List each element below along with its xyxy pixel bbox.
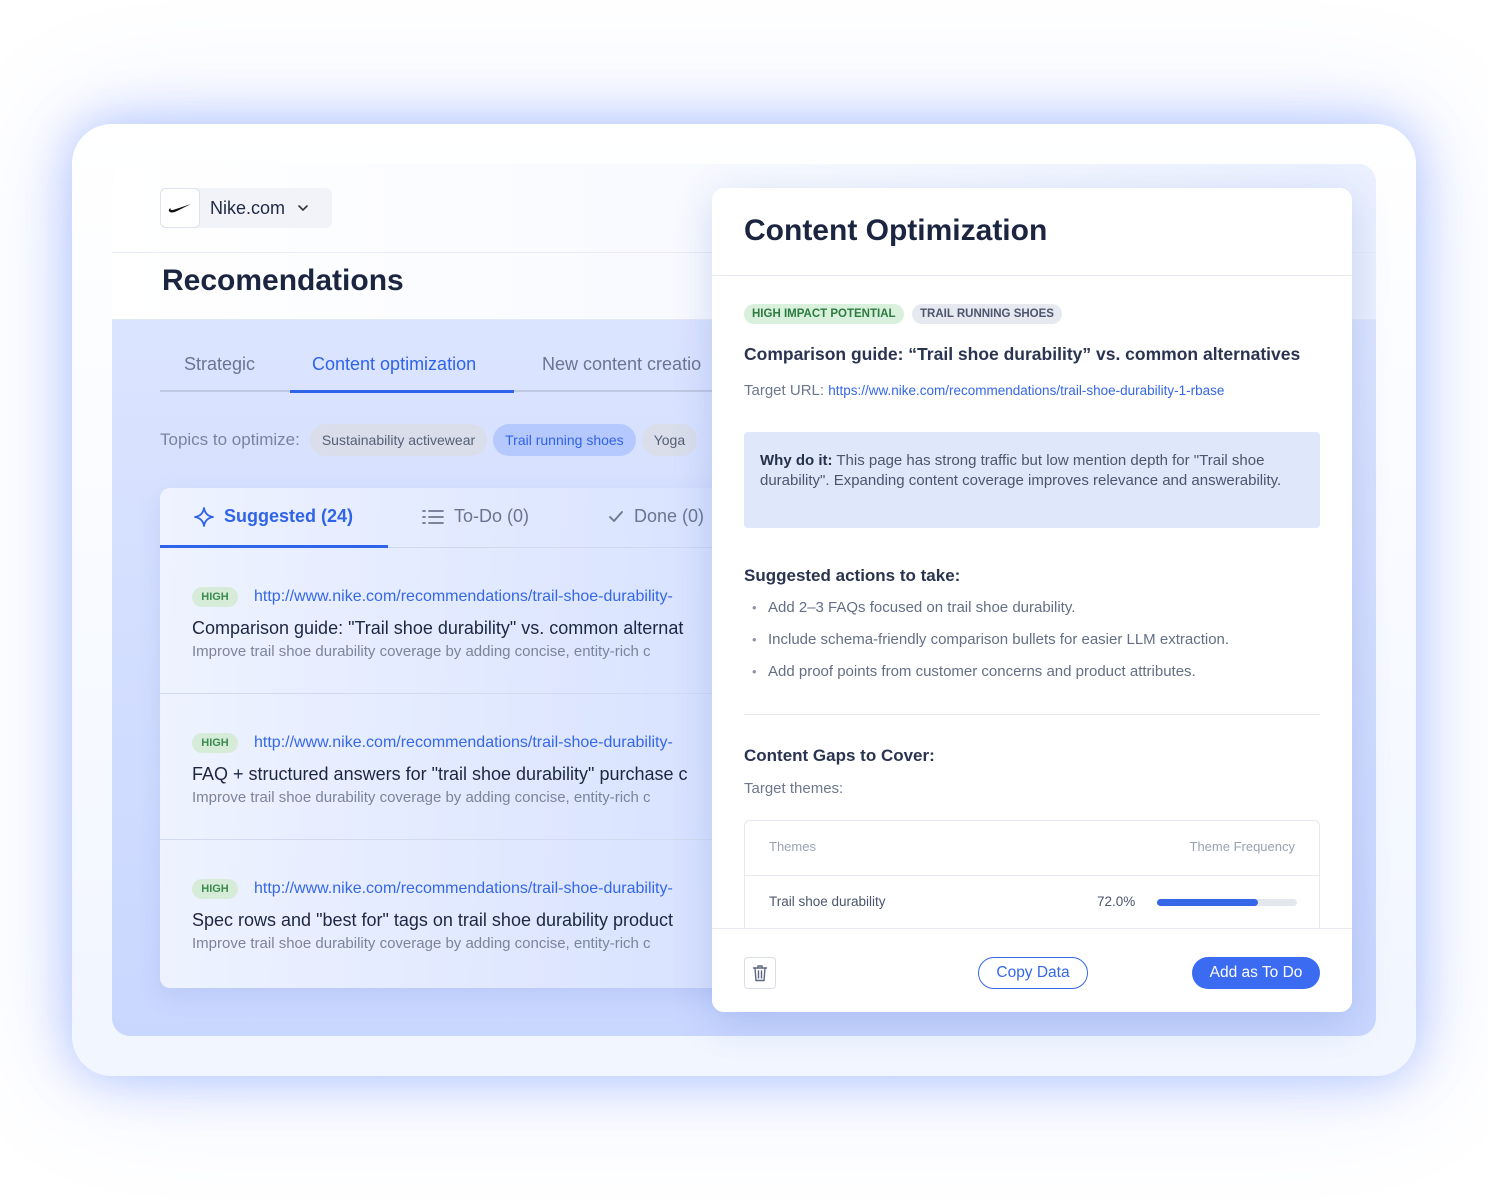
actions-title: Suggested actions to take:: [744, 566, 961, 585]
topic-chip-sustainability[interactable]: Sustainability activewear: [309, 424, 488, 456]
topic-chip-yoga[interactable]: Yoga: [641, 424, 698, 456]
recommendation-title: FAQ + structured answers for "trail shoe…: [192, 764, 688, 784]
tab-done[interactable]: Done (0): [608, 506, 704, 527]
list-icon: [422, 509, 444, 524]
detail-heading: Comparison guide: “Trail shoe durability…: [744, 344, 1301, 364]
topics-filter: Topics to optimize: Sustainability activ…: [160, 424, 703, 456]
tab-todo-label: To-Do (0): [454, 506, 530, 526]
site-selector[interactable]: Nike.com: [160, 188, 332, 228]
list-item[interactable]: HIGH http://www.nike.com/recommendations…: [160, 840, 780, 986]
impact-tag: HIGH IMPACT POTENTIAL: [744, 304, 904, 324]
target-url-label: Target URL:: [744, 382, 825, 399]
frequency-bar-fill: [1157, 899, 1258, 906]
nike-swoosh-icon: [160, 188, 200, 228]
status-tabs: Suggested (24) To-Do (0) Done (0): [160, 488, 780, 548]
theme-name: Trail shoe durability: [769, 894, 886, 909]
tab-new-content-creation[interactable]: New content creatio: [542, 354, 701, 392]
site-name: Nike.com: [210, 197, 286, 218]
priority-badge: HIGH: [192, 733, 238, 753]
target-url-row: Target URL: https://ww.nike.com/recommen…: [744, 382, 1224, 399]
detail-footer: Copy Data Add as To Do: [712, 928, 1352, 1012]
target-url-link[interactable]: https://ww.nike.com/recommendations/trai…: [828, 383, 1224, 398]
recommendation-url[interactable]: http://www.nike.com/recommendations/trai…: [254, 734, 673, 752]
list-item[interactable]: HIGH http://www.nike.com/recommendations…: [160, 548, 780, 694]
tab-done-label: Done (0): [634, 506, 705, 526]
frequency-bar: [1157, 899, 1297, 906]
theme-percent: 72.0%: [1097, 894, 1136, 909]
tab-content-optimization[interactable]: Content optimization: [312, 354, 476, 392]
why-label: Why do it:: [760, 452, 833, 469]
copy-data-button[interactable]: Copy Data: [978, 957, 1088, 989]
header-divider: [745, 875, 1319, 876]
recommendation-title: Spec rows and "best for" tags on trail s…: [192, 910, 674, 930]
chevron-down-icon: [297, 204, 309, 212]
why-callout: Why do it: This page has strong traffic …: [744, 432, 1320, 528]
recommendations-list: Suggested (24) To-Do (0) Done (0) HIGH h…: [160, 488, 780, 988]
list-item[interactable]: HIGH http://www.nike.com/recommendations…: [160, 694, 780, 840]
add-as-todo-button[interactable]: Add as To Do: [1192, 957, 1320, 989]
page-title: Recomendations: [162, 264, 404, 297]
detail-header: Content Optimization: [712, 188, 1352, 276]
recommendation-url[interactable]: http://www.nike.com/recommendations/trai…: [254, 880, 673, 898]
action-item: Add proof points from customer concerns …: [752, 660, 1229, 692]
category-tabs: Strategic Content optimization New conte…: [160, 354, 780, 393]
recommendation-title: Comparison guide: "Trail shoe durability…: [192, 618, 684, 638]
delete-button[interactable]: [744, 957, 776, 989]
recommendation-desc: Improve trail shoe durability coverage b…: [192, 789, 651, 806]
sparkle-icon: [194, 506, 214, 527]
recommendation-desc: Improve trail shoe durability coverage b…: [192, 935, 651, 952]
action-item: Add 2–3 FAQs focused on trail shoe durab…: [752, 596, 1229, 628]
check-icon: [609, 510, 623, 522]
priority-badge: HIGH: [192, 587, 238, 607]
column-header-themes: Themes: [769, 839, 816, 854]
active-tab-indicator: [290, 390, 514, 393]
topics-label: Topics to optimize:: [160, 430, 300, 449]
trash-icon: [752, 965, 768, 982]
action-item: Include schema-friendly comparison bulle…: [752, 628, 1229, 660]
section-divider: [744, 714, 1320, 715]
topic-tag: TRAIL RUNNING SHOES: [912, 304, 1062, 324]
priority-badge: HIGH: [192, 879, 238, 899]
tab-suggested-label: Suggested (24): [224, 506, 354, 526]
tab-todo[interactable]: To-Do (0): [422, 506, 529, 527]
tab-suggested[interactable]: Suggested (24): [194, 506, 353, 527]
why-text: This page has strong traffic but low men…: [760, 452, 1282, 489]
actions-list: Add 2–3 FAQs focused on trail shoe durab…: [752, 596, 1229, 692]
column-header-frequency: Theme Frequency: [1189, 839, 1296, 854]
tab-strategic[interactable]: Strategic: [184, 354, 255, 392]
topic-chip-trail-running[interactable]: Trail running shoes: [493, 424, 636, 456]
gaps-subtitle: Target themes:: [744, 780, 844, 797]
detail-title: Content Optimization: [744, 214, 1048, 247]
recommendation-url[interactable]: http://www.nike.com/recommendations/trai…: [254, 588, 673, 606]
recommendation-desc: Improve trail shoe durability coverage b…: [192, 643, 651, 660]
gaps-title: Content Gaps to Cover:: [744, 746, 935, 765]
detail-panel: Content Optimization HIGH IMPACT POTENTI…: [712, 188, 1352, 1012]
